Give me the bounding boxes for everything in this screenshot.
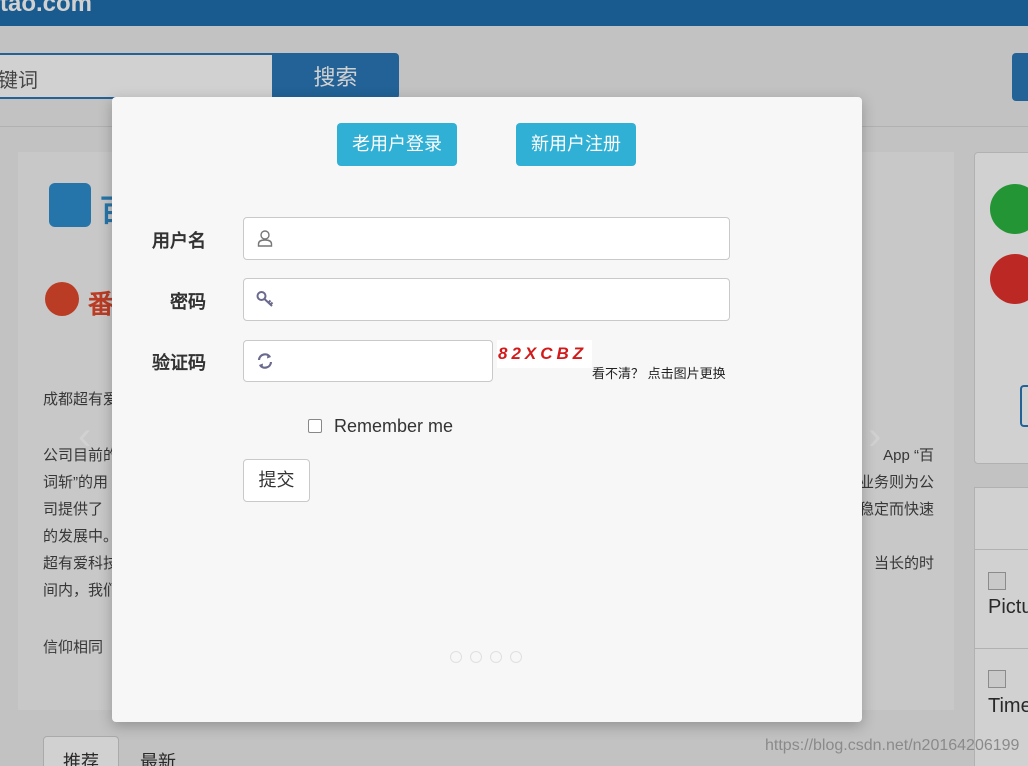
password-field[interactable] (243, 278, 730, 321)
submit-button[interactable]: 提交 (243, 459, 310, 502)
carousel-indicators (450, 650, 530, 668)
username-field[interactable] (243, 217, 730, 260)
captcha-field[interactable] (243, 340, 493, 382)
username-label: 用户名 (152, 231, 206, 251)
captcha-image[interactable]: 82XCBZ (497, 340, 592, 368)
register-tab-button[interactable]: 新用户注册 (516, 123, 636, 166)
watermark-url: https://blog.csdn.net/n20164206199 (765, 737, 1020, 754)
refresh-icon (257, 353, 273, 369)
captcha-label: 验证码 (152, 353, 206, 373)
login-modal: 老用户登录 新用户注册 用户名 密码 验证码 82XCBZ 看不清？ 点击图片更… (112, 97, 862, 722)
user-icon (257, 230, 273, 247)
remember-me-label[interactable]: Remember me (334, 416, 453, 437)
password-label: 密码 (170, 292, 206, 312)
carousel-dot[interactable] (490, 651, 502, 663)
key-icon (256, 291, 274, 307)
carousel-dot[interactable] (450, 651, 462, 663)
carousel-dot[interactable] (510, 651, 522, 663)
login-tab-button[interactable]: 老用户登录 (337, 123, 457, 166)
captcha-refresh-tip[interactable]: 看不清？ 点击图片更换 (592, 363, 726, 382)
carousel-dot[interactable] (470, 651, 482, 663)
remember-me-checkbox[interactable] (308, 419, 322, 433)
